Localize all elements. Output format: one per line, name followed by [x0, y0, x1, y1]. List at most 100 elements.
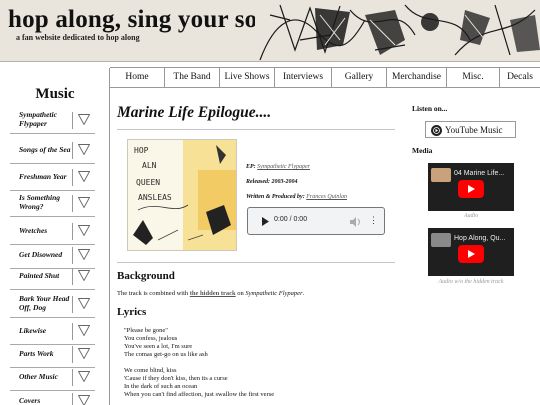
triangle-down-icon [78, 249, 90, 260]
released-info: Released: 2003-2004 [246, 179, 298, 185]
background-album-name: Sympathetic Flypaper [245, 290, 303, 297]
sidebar-item[interactable]: Sympathetic Flypaper [10, 106, 95, 134]
volume-icon[interactable] [350, 217, 361, 227]
lyric-line: We come blind, kiss [124, 367, 177, 374]
background-text-post: . [302, 290, 305, 297]
listen-heading: Listen on... [412, 104, 448, 113]
youtube-music-button[interactable]: YouTube Music [425, 121, 516, 138]
lyrics-heading: Lyrics [117, 306, 147, 318]
channel-avatar [431, 233, 451, 247]
album-text-4: ANSLEAS [138, 193, 172, 202]
triangle-down-icon [78, 298, 90, 309]
nav-gallery[interactable]: Gallery [332, 68, 387, 87]
triangle-down-icon [78, 197, 90, 208]
sidebar-item-label: Bark Your Head Off, Dog [19, 294, 70, 312]
expand-icon[interactable] [72, 268, 92, 285]
released-value: 2003-2004 [271, 179, 298, 185]
lyrics-body: "Please be gone" You confess, jealous You'… [124, 327, 274, 405]
lyric-line: The comas get-go on us like ash [124, 351, 208, 358]
youtube-play-icon[interactable] [458, 245, 484, 263]
expand-icon[interactable] [72, 223, 92, 240]
title-divider [117, 129, 395, 130]
video-embed-1[interactable]: 04 Marine Life... [428, 163, 514, 211]
nav-decals[interactable]: Decals [500, 68, 540, 87]
audio-time: 0:00 / 0:00 [274, 216, 308, 223]
nav-merchandise[interactable]: Merchandise [387, 68, 447, 87]
page-title: Marine Life Epilogue.... [117, 104, 272, 121]
sidebar-item[interactable]: Freshman Year [10, 163, 95, 191]
nav-live-shows[interactable]: Live Shows [220, 68, 275, 87]
sidebar-title: Music [35, 86, 75, 102]
expand-icon[interactable] [72, 195, 92, 212]
ep-info: EP: Sympathetic Flypaper [246, 164, 310, 170]
triangle-down-icon [78, 371, 90, 382]
video-embed-2[interactable]: Hop Along, Qu... [428, 228, 514, 276]
play-icon[interactable] [262, 217, 269, 226]
background-text-mid: on [237, 290, 244, 297]
hidden-track-link[interactable]: the hidden track [190, 290, 236, 297]
youtube-music-label: YouTube Music [445, 125, 503, 135]
expand-icon[interactable] [72, 142, 92, 159]
nav-misc[interactable]: Misc. [447, 68, 500, 87]
album-cover-image: HOP ALN QUEEN ANSLEAS [127, 139, 237, 251]
triangle-down-icon [78, 395, 90, 405]
nav-interviews[interactable]: Interviews [275, 68, 332, 87]
sidebar-item[interactable]: Songs of the Sea [10, 136, 95, 164]
site-title[interactable]: hop along, sing your song [8, 6, 284, 34]
triangle-down-icon [78, 171, 90, 182]
expand-icon[interactable] [72, 169, 92, 186]
lyric-line: You've seen a lot, I'm sure [124, 343, 193, 350]
youtube-music-icon [431, 125, 442, 136]
youtube-play-icon[interactable] [458, 180, 484, 198]
site-subtitle: a fan website dedicated to hop along [16, 33, 140, 42]
lyric-line: 'Cause if they don't kiss, then its a cu… [124, 375, 228, 382]
triangle-down-icon [78, 144, 90, 155]
triangle-down-icon [78, 325, 90, 336]
expand-icon[interactable] [72, 369, 92, 386]
video-caption-1: Audio [463, 213, 479, 219]
expand-icon[interactable] [72, 112, 92, 129]
audio-player: 0:00 / 0:00 ⋮ [247, 207, 385, 235]
sidebar-item[interactable]: Bark Your Head Off, Dog [10, 290, 95, 318]
sidebar-item-label: Freshman Year [19, 171, 67, 181]
sidebar-item-label: Is Something Wrong? [19, 193, 61, 211]
sidebar-item-label: Songs of the Sea [19, 144, 71, 154]
sidebar-item[interactable]: Painted Shut [10, 262, 95, 290]
lyric-line: You confess, jealous [124, 335, 178, 342]
sidebar-item[interactable]: Is Something Wrong? [10, 189, 95, 217]
album-text-3: QUEEN [136, 178, 161, 187]
sidebar-item-label: Sympathetic Flypaper [19, 110, 57, 128]
background-text-pre: The track is combined with [117, 290, 189, 297]
nav-the-band[interactable]: The Band [165, 68, 220, 87]
ep-label: EP: [246, 164, 256, 170]
channel-avatar [431, 168, 451, 182]
video-title-1[interactable]: 04 Marine Life... [454, 170, 504, 177]
writer-link[interactable]: Frances Quinlan [306, 194, 347, 200]
triangle-down-icon [78, 225, 90, 236]
expand-icon[interactable] [72, 323, 92, 340]
lyrics-stanza: We come blind, kiss 'Cause if they don't … [124, 367, 274, 399]
more-options-icon[interactable]: ⋮ [369, 215, 378, 226]
media-heading: Media [412, 146, 433, 155]
video-title-2[interactable]: Hop Along, Qu... [454, 235, 505, 242]
expand-icon[interactable] [72, 346, 92, 363]
album-text-2: ALN [142, 161, 157, 170]
sidebar-item-label: Painted Shut [19, 270, 60, 280]
sidebar-item[interactable]: Covers [10, 387, 95, 405]
ep-link[interactable]: Sympathetic Flypaper [257, 164, 310, 170]
triangle-down-icon [78, 270, 90, 281]
section-divider [117, 262, 395, 263]
site-banner: hop along, sing your song a fan website … [0, 0, 540, 62]
main-nav: Home The Band Live Shows Interviews Gall… [110, 67, 540, 88]
written-info: Written & Produced by: Frances Quinlan [246, 194, 347, 200]
lyric-line: "Please be gone" [124, 327, 168, 334]
background-text: The track is combined with the hidden tr… [117, 290, 304, 297]
video-caption-2: Audio w/o the hidden track [438, 279, 504, 285]
nav-home[interactable]: Home [110, 68, 165, 87]
triangle-down-icon [78, 348, 90, 359]
expand-icon[interactable] [72, 296, 92, 313]
sidebar-item-label: Covers [19, 395, 41, 405]
banner-sketch-art [255, 0, 540, 61]
lyric-line: When you can't find affection, just swal… [124, 391, 275, 398]
expand-icon[interactable] [72, 393, 92, 405]
